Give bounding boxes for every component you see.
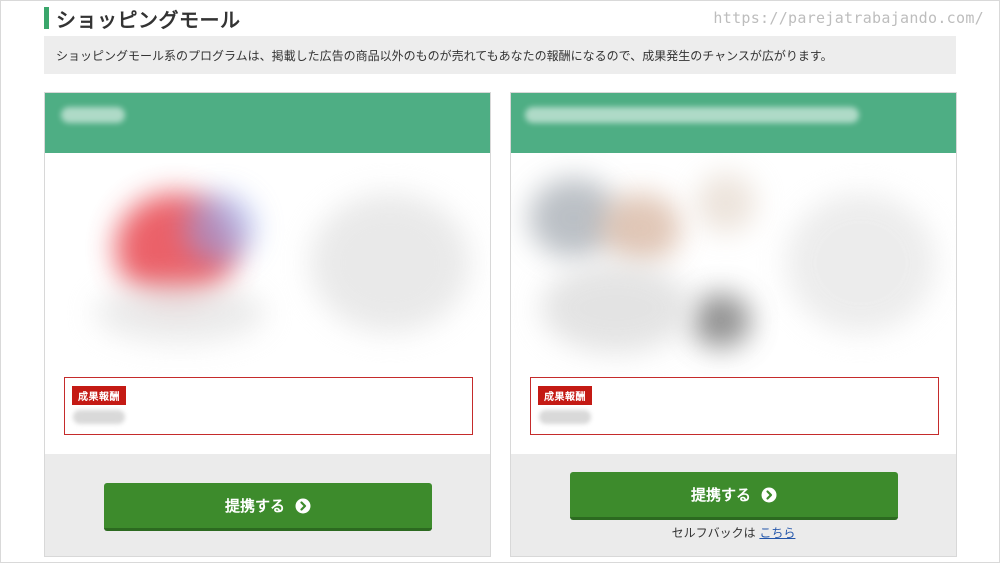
reward-value-blurred (73, 410, 125, 424)
image-blob (786, 193, 936, 333)
reward-value-blurred (539, 410, 591, 424)
chevron-right-circle-icon (761, 487, 777, 502)
image-blob (95, 283, 265, 343)
selfback-note: セルフバックは こちら (511, 524, 956, 541)
image-blob (691, 293, 751, 348)
program-name-blurred (61, 107, 125, 123)
image-blob (185, 193, 255, 263)
card-header (511, 93, 956, 153)
section-title: ショッピングモール (56, 7, 241, 32)
card-footer: 提携する セルフバックは こちら (511, 454, 956, 556)
image-blob (541, 263, 691, 353)
section-heading: ショッピングモール (44, 5, 241, 32)
affiliate-button[interactable]: 提携する (104, 483, 432, 531)
reward-box: 成果報酬 (530, 377, 939, 435)
program-name-blurred (525, 107, 859, 123)
reward-badge: 成果報酬 (538, 386, 592, 405)
affiliate-button-label: 提携する (690, 486, 751, 504)
selfback-link[interactable]: こちら (759, 526, 795, 540)
program-card: 成果報酬 提携する (44, 92, 491, 557)
image-blob (601, 193, 681, 263)
image-blob (310, 193, 470, 333)
reward-box: 成果報酬 (64, 377, 473, 435)
affiliate-button[interactable]: 提携する (570, 472, 898, 520)
program-image-blurred (511, 153, 956, 378)
card-header (45, 93, 490, 153)
image-blob (696, 173, 756, 233)
description-box: ショッピングモール系のプログラムは、掲載した広告の商品以外のものが売れてもあなた… (44, 36, 956, 74)
reward-badge: 成果報酬 (72, 386, 126, 405)
program-card: 成果報酬 提携する セルフバックは こちら (510, 92, 957, 557)
chevron-right-circle-icon (295, 498, 311, 513)
selfback-text: セルフバックは (671, 526, 756, 540)
affiliate-button-label: 提携する (224, 497, 285, 515)
program-image-blurred (45, 153, 490, 378)
watermark-url: https://parejatrabajando.com/ (713, 9, 984, 27)
heading-accent-bar (44, 7, 49, 29)
card-footer: 提携する (45, 454, 490, 556)
section-description: ショッピングモール系のプログラムは、掲載した広告の商品以外のものが売れてもあなた… (56, 48, 833, 63)
